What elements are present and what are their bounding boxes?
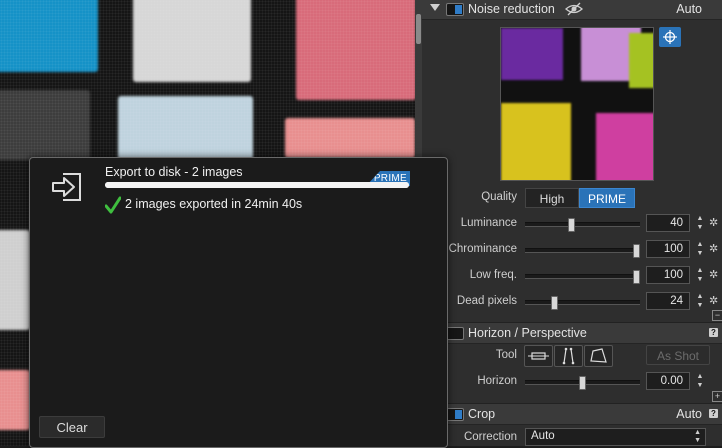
loupe-patch xyxy=(501,28,563,80)
slider-knob[interactable] xyxy=(550,296,558,310)
magic-wand-icon[interactable]: ✲ xyxy=(709,242,719,256)
collapse-minus-icon[interactable]: − xyxy=(712,310,722,321)
loupe-patch xyxy=(596,113,653,180)
stepper-icon[interactable]: ▲ ▼ xyxy=(696,292,704,310)
magic-wand-icon[interactable]: ✲ xyxy=(709,216,719,230)
luminance-value[interactable]: 40 xyxy=(646,214,690,232)
clear-button[interactable]: Clear xyxy=(39,416,105,438)
low-freq-value[interactable]: 100 xyxy=(646,266,690,284)
magic-wand-icon[interactable]: ✲ xyxy=(709,294,719,308)
collapse-triangle-icon[interactable] xyxy=(430,4,440,11)
noise-reduction-toggle[interactable] xyxy=(446,3,464,16)
stepper-icon[interactable]: ▲ ▼ xyxy=(696,372,704,390)
noise-reduction-auto[interactable]: Auto xyxy=(676,2,702,16)
slider-knob[interactable] xyxy=(579,376,586,390)
magic-wand-icon[interactable]: ✲ xyxy=(709,268,719,282)
stepper-icon[interactable]: ▲ ▼ xyxy=(696,214,704,232)
correction-select-value: Auto xyxy=(531,430,555,442)
correction-panel: Noise reduction Auto Quality High PRIME … xyxy=(422,0,722,446)
select-arrows-icon: ▲ ▼ xyxy=(694,429,701,444)
slider-knob[interactable] xyxy=(633,270,640,284)
loupe-preview[interactable] xyxy=(500,27,654,181)
horizon-value[interactable]: 0.00 xyxy=(646,372,690,390)
chrominance-slider[interactable] xyxy=(525,244,640,258)
collapse-plus-icon[interactable]: + xyxy=(712,391,722,402)
noise-reduction-title: Noise reduction xyxy=(468,2,555,16)
crop-header[interactable]: Crop Auto ? xyxy=(422,403,722,425)
stepper-icon[interactable]: ▲ ▼ xyxy=(696,240,704,258)
horizon-toggle[interactable] xyxy=(446,327,464,340)
dead-pixels-value[interactable]: 24 xyxy=(646,292,690,310)
vertical-perspective-button[interactable] xyxy=(554,345,583,367)
progress-fill xyxy=(105,182,409,188)
chrominance-value[interactable]: 100 xyxy=(646,240,690,258)
export-job-title: Export to disk - 2 images xyxy=(105,165,243,179)
export-progress-dialog: Export to disk - 2 images PRIME 2 images… xyxy=(29,157,448,448)
help-icon[interactable]: ? xyxy=(709,328,718,337)
correction-select[interactable]: Auto ▲ ▼ xyxy=(525,428,706,446)
as-shot-button[interactable]: As Shot xyxy=(646,345,710,365)
checkmark-icon xyxy=(105,196,121,214)
noise-reduction-header[interactable]: Noise reduction Auto xyxy=(422,0,722,20)
horizon-tool-button[interactable] xyxy=(524,345,553,367)
horizon-title: Horizon / Perspective xyxy=(468,326,587,340)
crop-title: Crop xyxy=(468,407,496,421)
export-progress-bar xyxy=(105,182,409,188)
export-status-text: 2 images exported in 24min 40s xyxy=(125,197,303,211)
slider-knob[interactable] xyxy=(568,218,576,232)
crosshair-icon[interactable] xyxy=(659,27,681,47)
crop-toggle[interactable] xyxy=(446,408,464,421)
horizon-slider[interactable] xyxy=(525,376,640,390)
scrollbar-thumb[interactable] xyxy=(416,14,421,44)
quality-high-button[interactable]: High xyxy=(525,188,579,208)
low-freq-slider[interactable] xyxy=(525,270,640,284)
rectangle-perspective-button[interactable] xyxy=(584,345,613,367)
quality-prime-button[interactable]: PRIME xyxy=(579,188,635,208)
crop-auto[interactable]: Auto xyxy=(676,407,702,421)
slider-knob[interactable] xyxy=(633,244,640,258)
luminance-slider[interactable] xyxy=(525,218,640,232)
stepper-icon[interactable]: ▲ ▼ xyxy=(696,266,704,284)
horizon-header[interactable]: Horizon / Perspective ? xyxy=(422,322,722,344)
loupe-patch xyxy=(501,103,571,180)
eye-hidden-icon[interactable] xyxy=(565,2,583,16)
export-to-disk-icon xyxy=(52,173,81,201)
loupe-patch xyxy=(629,33,653,88)
help-icon[interactable]: ? xyxy=(709,409,718,418)
dead-pixels-slider[interactable] xyxy=(525,296,640,310)
